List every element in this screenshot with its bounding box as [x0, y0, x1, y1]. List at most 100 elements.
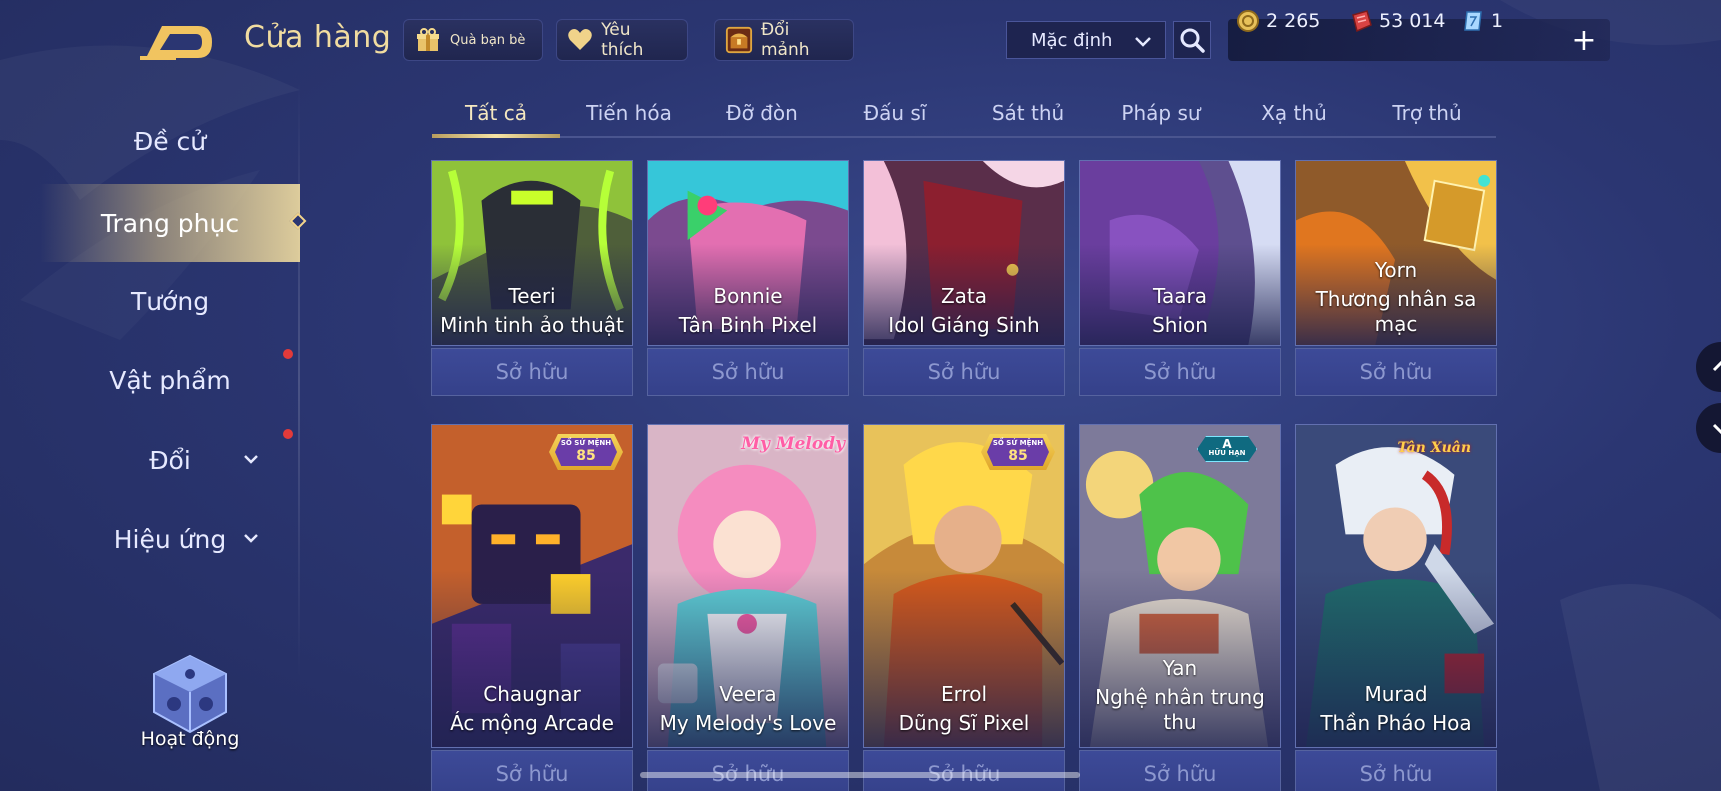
- tab-label: Pháp sư: [1121, 101, 1201, 125]
- top-bar: Cửa hàng Quà bạn bè Yêu thích Đổi mảnh M…: [0, 0, 1721, 80]
- hero-name: Yorn: [1374, 258, 1418, 282]
- sidebar-item-items[interactable]: Vật phẩm: [40, 341, 300, 419]
- tab-label: Tất cả: [465, 101, 527, 125]
- chevron-up-icon: [1712, 360, 1721, 372]
- skin-name: Idol Giáng Sinh: [888, 313, 1040, 337]
- add-currency-button[interactable]: +: [1566, 22, 1602, 58]
- skin-name: Minh tinh ảo thuật: [440, 313, 624, 337]
- events-button[interactable]: Hoạt động: [130, 650, 250, 760]
- badge-text: SỔ SỨ MỆNH: [992, 439, 1044, 447]
- tab-evolution[interactable]: Tiến hóa: [565, 90, 693, 136]
- search-icon: [1180, 28, 1205, 53]
- tab-assassin[interactable]: Sát thủ: [964, 90, 1092, 136]
- gold-currency: 2 265: [1236, 0, 1320, 42]
- voucher-amount: 53 014: [1379, 10, 1446, 32]
- favorites-label: Yêu thích: [601, 20, 644, 60]
- notification-dot: [283, 429, 293, 439]
- back-arrow-icon: [140, 26, 212, 60]
- friend-gift-label: Quà bạn bè: [450, 32, 526, 48]
- events-label: Hoạt động: [140, 728, 240, 750]
- sidebar-item-exchange[interactable]: Đổi: [40, 421, 300, 499]
- scroll-up-button[interactable]: [1696, 342, 1721, 392]
- owned-button[interactable]: Sở hữu: [863, 348, 1065, 396]
- scroll-down-button[interactable]: [1696, 403, 1721, 453]
- sidebar-item-label: Tướng: [130, 286, 210, 316]
- owned-button[interactable]: Sở hữu: [1079, 348, 1281, 396]
- gold-coin-icon: [1237, 10, 1259, 32]
- hero-name: Errol: [940, 682, 988, 706]
- hero-name: Taara: [1153, 284, 1207, 308]
- sidebar-item-effects[interactable]: Hiệu ứng: [40, 500, 300, 578]
- sidebar-item-label: Hiệu ứng: [113, 524, 227, 554]
- sidebar-item-label: Trang phục: [100, 208, 240, 238]
- sidebar-item-label: Đổi: [149, 445, 191, 475]
- tab-mage[interactable]: Pháp sư: [1097, 90, 1225, 136]
- dice-cube-icon: [153, 654, 227, 734]
- sidebar-item-featured[interactable]: Đề cử: [40, 102, 300, 180]
- skin-name: Tân Binh Pixel: [678, 313, 818, 337]
- mission-book-badge: SỔ SỨ MỆNH 85: [543, 432, 629, 472]
- skin-grid: Teeri Minh tinh ảo thuật Sở hữu Bonnie T…: [431, 160, 1497, 791]
- tab-label: Đấu sĩ: [863, 101, 927, 125]
- home-indicator[interactable]: [640, 772, 1080, 778]
- owned-button[interactable]: Sở hữu: [647, 750, 849, 791]
- sort-value: Mặc định: [1031, 29, 1113, 51]
- notification-dot: [283, 349, 293, 359]
- friend-gift-button[interactable]: Quà bạn bè: [403, 19, 543, 61]
- owned-button[interactable]: Sở hữu: [431, 348, 633, 396]
- tab-label: Sát thủ: [991, 101, 1065, 125]
- search-button[interactable]: [1173, 21, 1211, 59]
- chevron-down-icon: [1135, 37, 1151, 47]
- skin-name: Dũng Sĩ Pixel: [898, 711, 1030, 735]
- skin-name: Thương nhân sa mạc: [1315, 287, 1477, 336]
- chevron-down-icon: [1712, 423, 1721, 435]
- tab-fighter[interactable]: Đấu sĩ: [831, 90, 959, 136]
- exchange-fragments-label: Đổi mảnh: [761, 20, 810, 60]
- hero-name: Yan: [1162, 656, 1198, 680]
- hero-name: Veera: [719, 682, 777, 706]
- limited-badge: A HỮU HẠN: [1197, 436, 1257, 464]
- owned-button[interactable]: Sở hữu: [863, 750, 1065, 791]
- owned-button[interactable]: Sở hữu: [1295, 750, 1497, 791]
- tab-label: Tiến hóa: [586, 101, 672, 125]
- badge-text: SỔ SỨ MỆNH: [560, 439, 612, 447]
- sidebar-item-skins[interactable]: Trang phục: [40, 184, 300, 262]
- gem-currency: 1: [1461, 0, 1503, 42]
- tab-all[interactable]: Tất cả: [432, 90, 560, 138]
- tab-label: Xạ thủ: [1261, 101, 1327, 125]
- gem-icon: [1464, 11, 1482, 31]
- skin-name: My Melody's Love: [659, 711, 837, 735]
- voucher-icon: [1352, 10, 1372, 33]
- heart-icon: [567, 26, 593, 54]
- gift-icon: [414, 26, 442, 54]
- exchange-fragments-button[interactable]: Đổi mảnh: [714, 19, 854, 61]
- tab-marksman[interactable]: Xạ thủ: [1230, 90, 1358, 136]
- gold-amount: 2 265: [1266, 10, 1321, 32]
- hero-name: Chaugnar: [483, 682, 581, 706]
- voucher-currency: 53 014: [1349, 0, 1445, 42]
- page-title: Cửa hàng: [244, 20, 392, 55]
- badge-level: 85: [576, 448, 596, 464]
- mission-book-badge: SỔ SỨ MỆNH 85: [975, 432, 1061, 472]
- tab-tank[interactable]: Đỡ đòn: [698, 90, 826, 136]
- owned-button[interactable]: Sở hữu: [1295, 348, 1497, 396]
- treasure-chest-icon: [725, 26, 753, 54]
- tab-support[interactable]: Trợ thủ: [1363, 90, 1491, 136]
- skin-name: Thần Pháo Hoa: [1320, 711, 1472, 735]
- owned-button[interactable]: Sở hữu: [647, 348, 849, 396]
- sort-dropdown[interactable]: Mặc định: [1006, 21, 1166, 59]
- favorites-button[interactable]: Yêu thích: [556, 19, 688, 61]
- skin-name: Shion: [1152, 313, 1208, 337]
- category-tabs: Tất cả Tiến hóa Đỡ đòn Đấu sĩ Sát thủ Ph…: [432, 90, 1496, 138]
- sidebar-item-label: Đề cử: [133, 126, 207, 156]
- skin-name: Nghệ nhân trung thu: [1095, 685, 1265, 734]
- owned-button[interactable]: Sở hữu: [1079, 750, 1281, 791]
- badge-text: HỮU HẠN: [1208, 449, 1246, 457]
- tab-label: Đỡ đòn: [726, 101, 798, 125]
- owned-button[interactable]: Sở hữu: [431, 750, 633, 791]
- sidebar-item-heroes[interactable]: Tướng: [40, 262, 300, 340]
- gem-amount: 1: [1491, 10, 1504, 32]
- tab-label: Trợ thủ: [1392, 101, 1462, 125]
- back-button[interactable]: [140, 18, 216, 62]
- hero-name: Zata: [940, 284, 988, 308]
